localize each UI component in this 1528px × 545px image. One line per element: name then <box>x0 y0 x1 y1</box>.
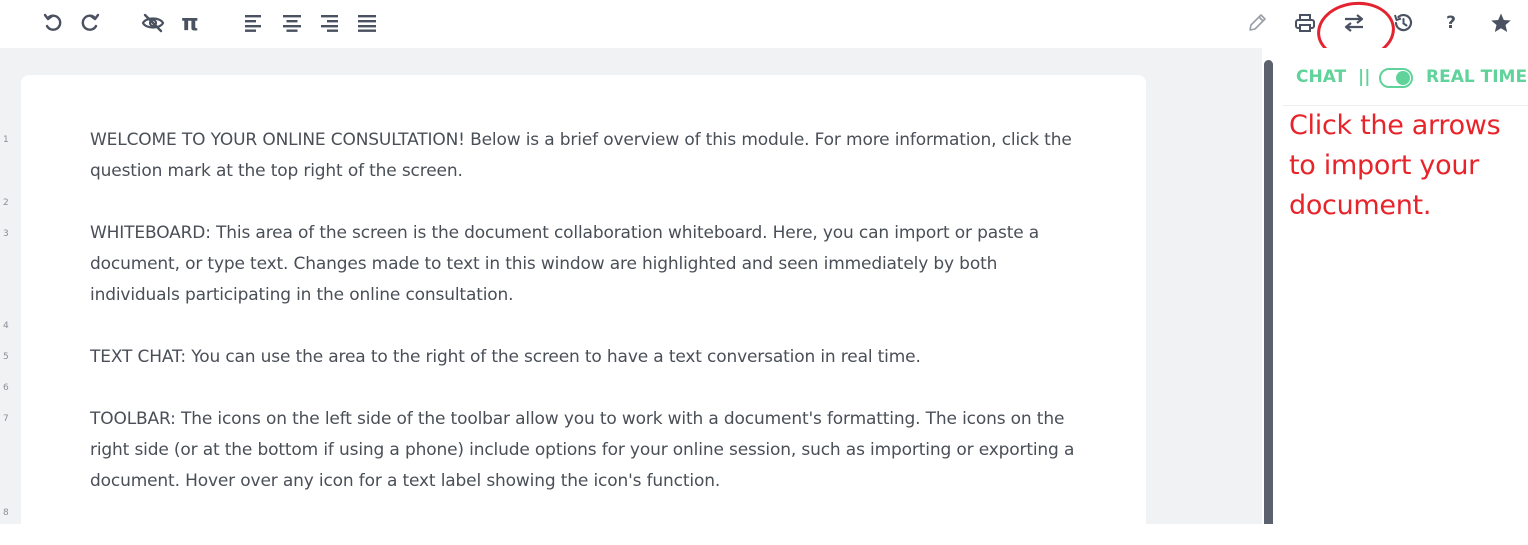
line-number: 4 <box>3 321 9 331</box>
align-right-icon[interactable] <box>316 10 342 36</box>
line-number: 3 <box>3 229 9 239</box>
line-number: 8 <box>3 508 9 518</box>
editor-scrollbar[interactable] <box>1264 60 1273 524</box>
help-icon[interactable]: ? <box>1438 10 1464 36</box>
line-number: 6 <box>3 383 9 393</box>
whiteboard-document[interactable]: WELCOME TO YOUR ONLINE CONSULTATION! Bel… <box>21 75 1146 545</box>
help-glyph: ? <box>1446 13 1456 33</box>
redo-icon[interactable] <box>77 10 103 36</box>
paragraph-whiteboard[interactable]: WHITEBOARD: This area of the screen is t… <box>90 218 1090 311</box>
line-number: 5 <box>3 352 9 362</box>
align-left-icon[interactable] <box>241 10 267 36</box>
line-number: 7 <box>3 414 9 424</box>
mode-separator: || <box>1358 67 1371 87</box>
paragraph-welcome[interactable]: WELCOME TO YOUR ONLINE CONSULTATION! Bel… <box>90 125 1090 187</box>
annotation-note: Click the arrows to import your document… <box>1289 110 1501 221</box>
line-number: 1 <box>3 135 9 145</box>
pi-symbol-icon[interactable]: π <box>177 10 203 36</box>
toggle-knob <box>1396 71 1410 85</box>
pencil-icon[interactable] <box>1244 10 1270 36</box>
star-icon[interactable] <box>1488 10 1514 36</box>
paragraph-text-chat[interactable]: TEXT CHAT: You can use the area to the r… <box>90 342 1090 373</box>
paragraph-toolbar[interactable]: TOOLBAR: The icons on the left side of t… <box>90 404 1090 497</box>
pi-glyph: π <box>181 10 199 36</box>
import-export-arrows-icon[interactable] <box>1341 10 1367 36</box>
hide-changes-icon[interactable] <box>140 10 166 36</box>
history-icon[interactable] <box>1390 10 1416 36</box>
line-number: 2 <box>3 198 9 208</box>
align-justify-icon[interactable] <box>354 10 380 36</box>
realtime-label[interactable]: REAL TIME <box>1426 67 1527 87</box>
print-icon[interactable] <box>1292 10 1318 36</box>
chat-mode-bar: CHAT || REAL TIME <box>1283 48 1528 106</box>
realtime-toggle[interactable] <box>1379 68 1413 88</box>
undo-icon[interactable] <box>40 10 66 36</box>
line-number-gutter: 1 2 3 4 5 6 7 8 <box>0 48 20 524</box>
chat-label[interactable]: CHAT <box>1296 67 1346 87</box>
toolbar: π ? <box>0 0 1528 48</box>
align-center-icon[interactable] <box>279 10 305 36</box>
